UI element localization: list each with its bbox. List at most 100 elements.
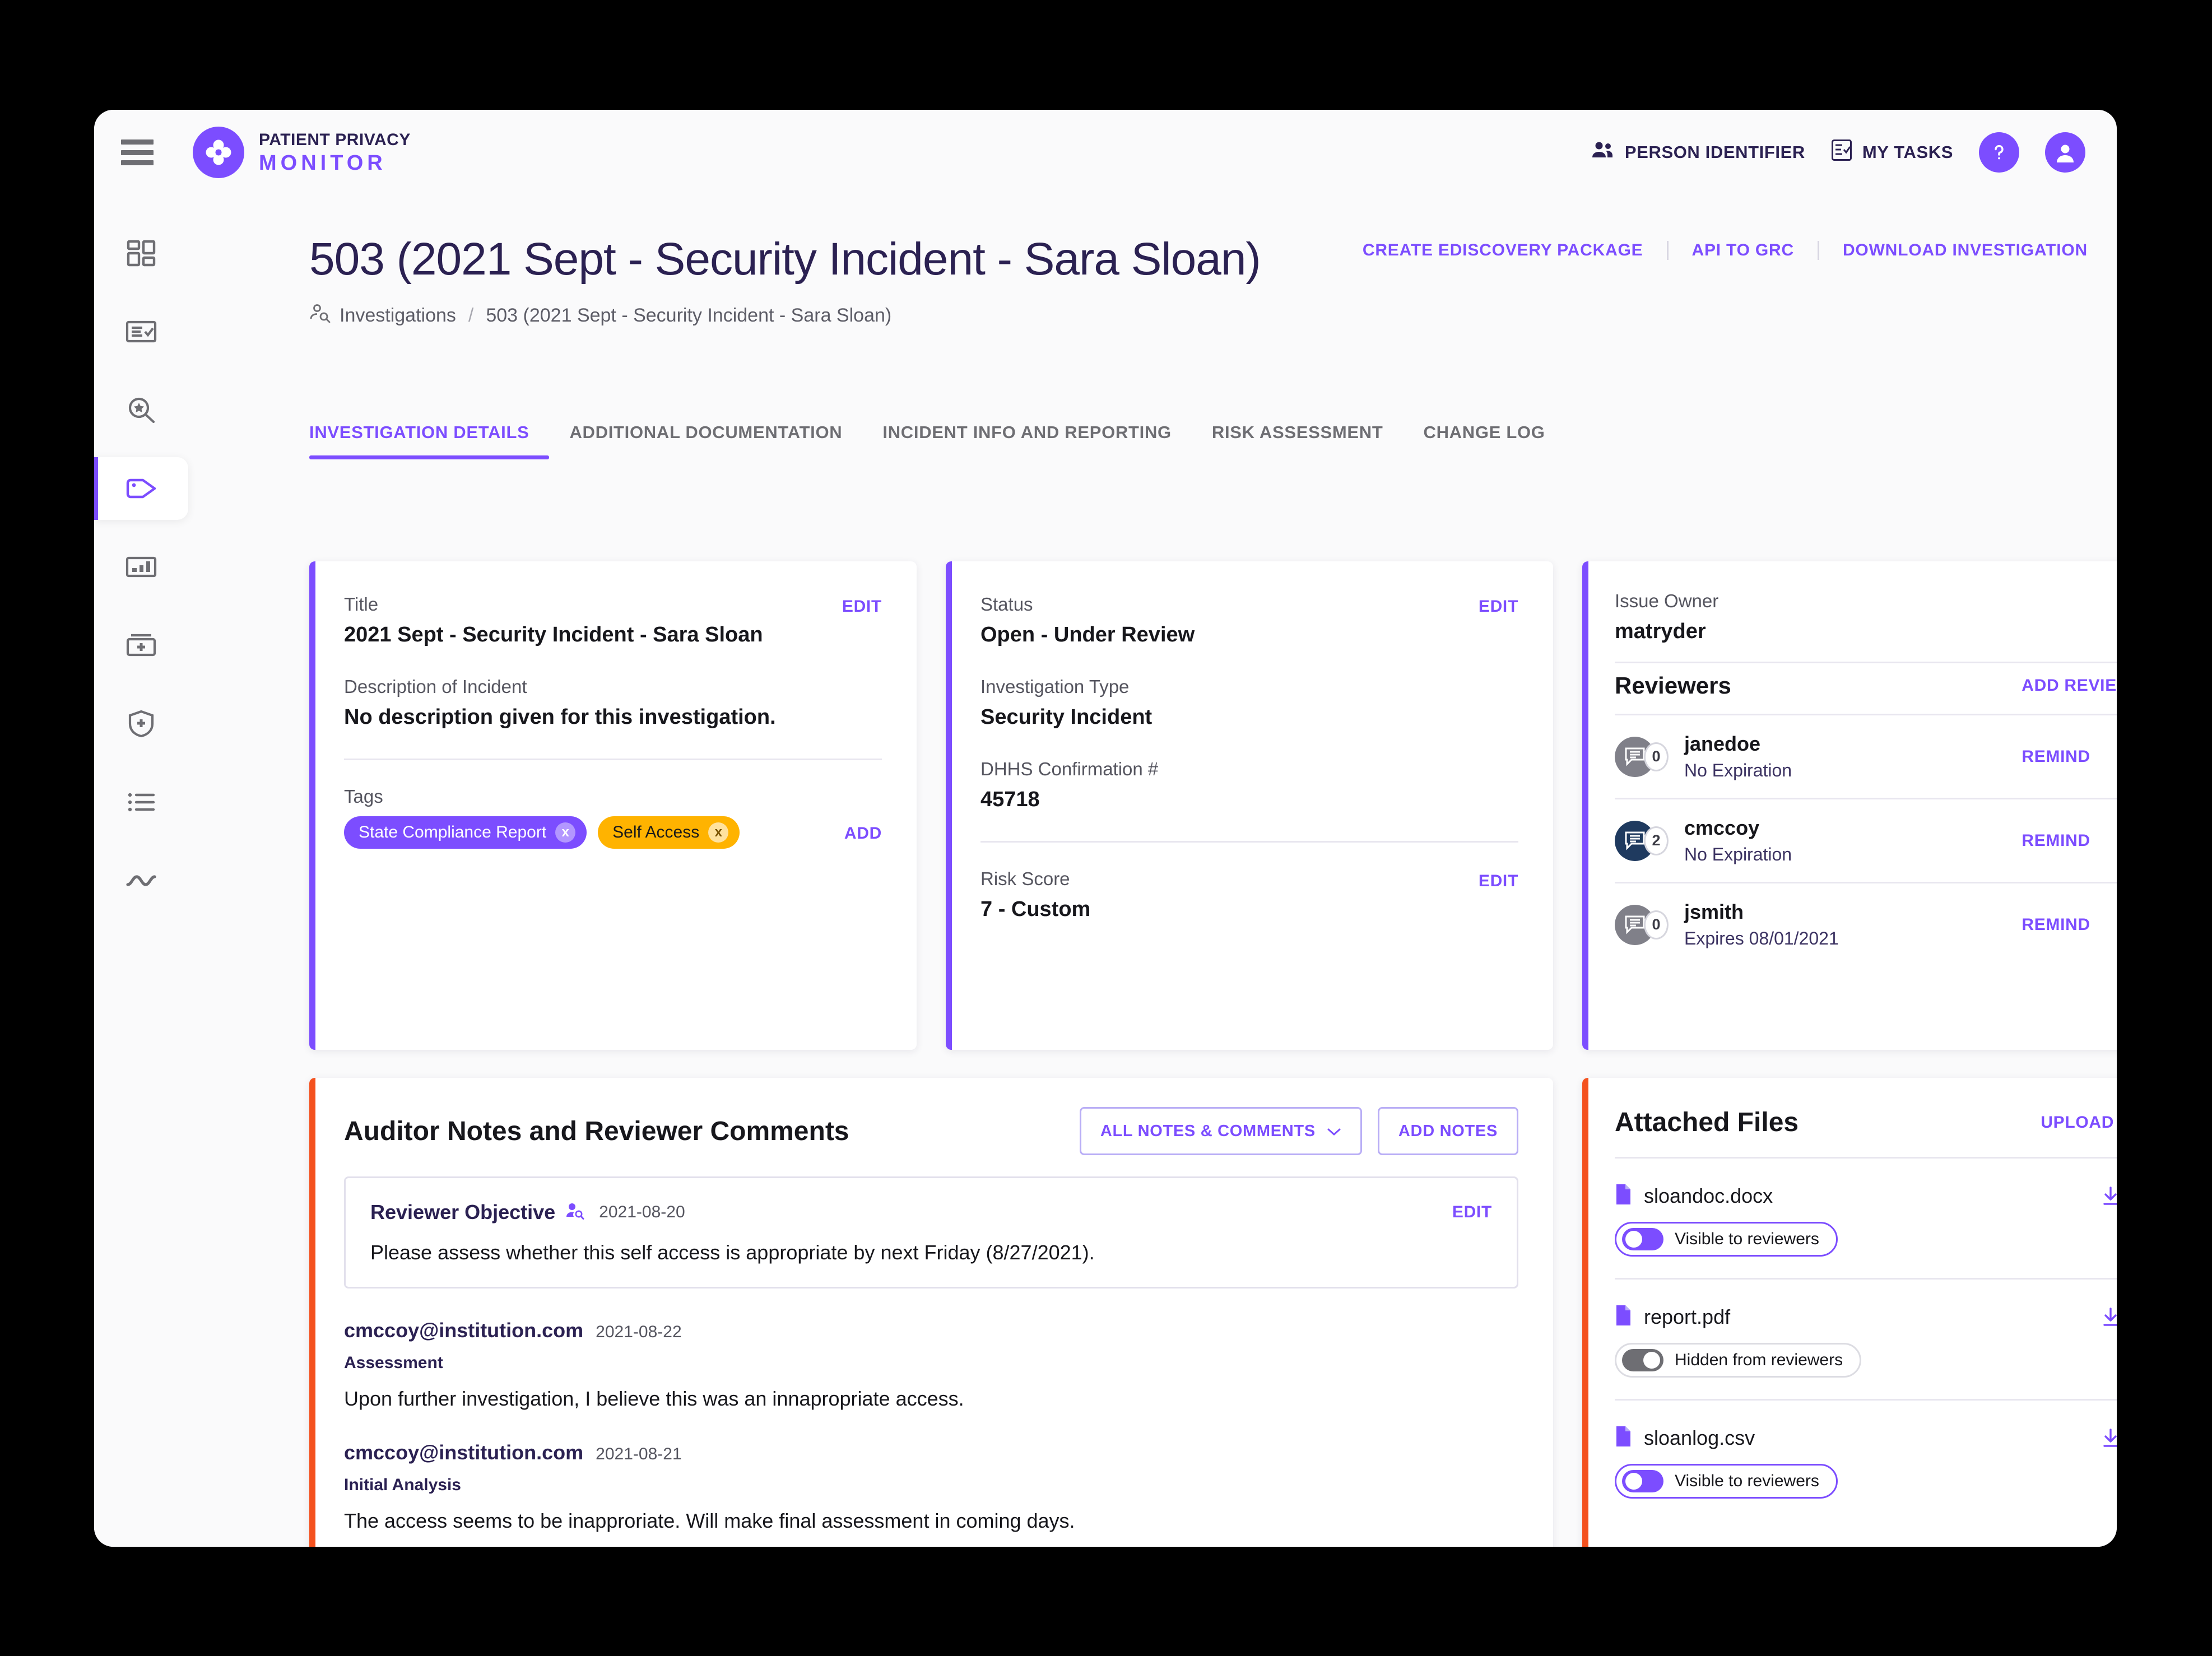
breadcrumb-separator: / (468, 305, 474, 326)
my-tasks-button[interactable]: MY TASKS (1831, 139, 1953, 166)
help-button[interactable] (1979, 132, 2019, 173)
download-icon[interactable] (2101, 1186, 2117, 1206)
title-field: Title 2021 Sept - Security Incident - Sa… (344, 594, 882, 647)
objective-body: Please assess whether this self access i… (370, 1241, 1095, 1264)
reviewer-remind-button[interactable]: REMIND (2022, 831, 2090, 850)
add-notes-button[interactable]: ADD NOTES (1377, 1107, 1518, 1155)
toggle-track (1622, 1470, 1663, 1492)
sidebar-item-tags[interactable] (94, 457, 188, 520)
tab-additional-documentation[interactable]: ADDITIONAL DOCUMENTATION (549, 422, 862, 459)
attached-files-card: Attached Files UPLOAD FILE sloandoc.docx (1582, 1078, 2117, 1547)
file-item: report.pdf Hidden from reviewers (1615, 1278, 2117, 1399)
status-value: Open - Under Review (980, 623, 1195, 646)
risk-score-field: Risk Score 7 - Custom EDIT (980, 868, 1518, 922)
auditor-notes-card: Auditor Notes and Reviewer Comments ALL … (309, 1078, 1553, 1547)
tag-remove-icon[interactable]: x (555, 822, 576, 843)
notes-title: Auditor Notes and Reviewer Comments (344, 1116, 849, 1146)
investigation-search-icon (309, 304, 331, 328)
tab-investigation-details[interactable]: INVESTIGATION DETAILS (309, 422, 550, 459)
toggle-track (1622, 1349, 1663, 1371)
description-label: Description of Incident (344, 676, 527, 697)
comment-author: cmccoy@institution.com (344, 1441, 584, 1464)
download-icon[interactable] (2101, 1428, 2117, 1448)
dhhs-confirmation-value: 45718 (980, 788, 1040, 811)
comment-item: cmccoy@institution.com 2021-08-21 Initia… (344, 1441, 1518, 1533)
details-divider (344, 759, 882, 760)
investigation-type-value: Security Incident (980, 705, 1153, 729)
create-ediscovery-package-button[interactable]: CREATE EDISCOVERY PACKAGE (1339, 241, 1667, 260)
title-edit-button[interactable]: EDIT (842, 597, 882, 616)
tag-self-access[interactable]: Self Access x (598, 816, 740, 849)
status-divider (980, 841, 1518, 843)
file-visibility-label: Visible to reviewers (1675, 1472, 1819, 1490)
sidebar-item-dashboard[interactable] (94, 222, 188, 285)
sidebar-item-trends[interactable] (94, 849, 188, 912)
file-visibility-toggle[interactable]: Visible to reviewers (1615, 1464, 1838, 1499)
notes-filter-dropdown[interactable]: ALL NOTES & COMMENTS (1079, 1107, 1362, 1155)
tag-label: State Compliance Report (359, 823, 547, 841)
breadcrumb-root[interactable]: Investigations (340, 305, 456, 327)
sidebar-item-reports[interactable] (94, 536, 188, 598)
top-bar-actions: PERSON IDENTIFIER MY TASKS (1591, 132, 2085, 173)
notes-header: Auditor Notes and Reviewer Comments ALL … (344, 1107, 1518, 1155)
file-visibility-toggle[interactable]: Hidden from reviewers (1615, 1343, 1862, 1378)
risk-score-edit-button[interactable]: EDIT (1479, 872, 1518, 891)
sidebar-item-lists[interactable] (94, 771, 188, 834)
tags-list: State Compliance Report x Self Access x (344, 816, 882, 849)
description-field: Description of Incident No description g… (344, 676, 882, 729)
reviewer-remind-button[interactable]: REMIND (2022, 747, 2090, 766)
people-icon (1591, 141, 1615, 164)
add-reviewer-button[interactable]: ADD REVIEWER (2022, 676, 2117, 695)
sidebar-item-tasks[interactable] (94, 300, 188, 363)
tag-remove-icon[interactable]: x (708, 822, 729, 843)
sidebar-item-records[interactable] (94, 614, 188, 677)
owner-divider (1615, 662, 2117, 663)
issue-owner-label: Issue Owner (1615, 590, 1719, 611)
file-icon (1615, 1183, 1632, 1208)
person-identifier-button[interactable]: PERSON IDENTIFIER (1591, 141, 1805, 164)
tab-bar: INVESTIGATION DETAILS ADDITIONAL DOCUMEN… (309, 422, 1565, 459)
reviewer-expiration: No Expiration (1684, 760, 1792, 780)
investigation-type-label: Investigation Type (980, 676, 1130, 697)
sidebar-item-search[interactable] (94, 379, 188, 441)
status-edit-button[interactable]: EDIT (1479, 597, 1518, 616)
upload-file-button[interactable]: UPLOAD FILE (2041, 1113, 2117, 1132)
menu-icon[interactable] (121, 139, 154, 165)
device-frame: PATIENT PRIVACY MONITOR PERSON IDENTIFIE… (0, 0, 2212, 1656)
account-avatar[interactable] (2045, 132, 2085, 173)
tab-change-log[interactable]: CHANGE LOG (1404, 422, 1565, 459)
file-visibility-label: Visible to reviewers (1675, 1230, 1819, 1248)
toggle-knob (1643, 1352, 1660, 1369)
reviewer-row: 2 cmccoy No Expiration REMIND EDIT (1615, 798, 2117, 882)
comment-date: 2021-08-22 (596, 1323, 682, 1341)
issue-owner-card: Issue Owner matryder EDIT Reviewers ADD … (1582, 561, 2117, 1050)
api-to-grc-button[interactable]: API TO GRC (1666, 241, 1818, 260)
comment-body: Upon further investigation, I believe th… (344, 1387, 964, 1410)
download-investigation-button[interactable]: DOWNLOAD INVESTIGATION (1817, 241, 2088, 260)
objective-title: Reviewer Objective (370, 1201, 556, 1224)
file-name: sloandoc.docx (1644, 1184, 1773, 1207)
brand-line-2: MONITOR (259, 151, 387, 175)
tag-state-compliance-report[interactable]: State Compliance Report x (344, 816, 587, 849)
file-item: sloanlog.csv Visible to reviewers (1615, 1399, 2117, 1520)
reviewer-remind-button[interactable]: REMIND (2022, 915, 2090, 934)
status-label: Status (980, 594, 1033, 615)
reviewer-name: cmccoy (1684, 816, 1760, 839)
tab-incident-info-and-reporting[interactable]: INCIDENT INFO AND REPORTING (862, 422, 1191, 459)
tab-risk-assessment[interactable]: RISK ASSESSMENT (1192, 422, 1404, 459)
add-tag-button[interactable]: ADD (844, 824, 882, 843)
download-icon[interactable] (2101, 1307, 2117, 1327)
toggle-knob (1625, 1473, 1642, 1490)
reviewer-name: janedoe (1684, 732, 1761, 755)
description-value: No description given for this investigat… (344, 705, 776, 729)
file-icon (1615, 1425, 1632, 1450)
issue-owner-field: Issue Owner matryder EDIT (1615, 590, 2117, 644)
file-visibility-toggle[interactable]: Visible to reviewers (1615, 1222, 1838, 1257)
sidebar-item-protection[interactable] (94, 692, 188, 755)
avatar: 2 (1615, 820, 1669, 861)
issue-owner-value: matryder (1615, 620, 1706, 643)
tag-label: Self Access (612, 823, 700, 841)
breadcrumb: Investigations / 503 (2021 Sept - Securi… (309, 304, 2117, 328)
reviewers-title: Reviewers (1615, 672, 1731, 699)
objective-edit-button[interactable]: EDIT (1452, 1203, 1492, 1222)
